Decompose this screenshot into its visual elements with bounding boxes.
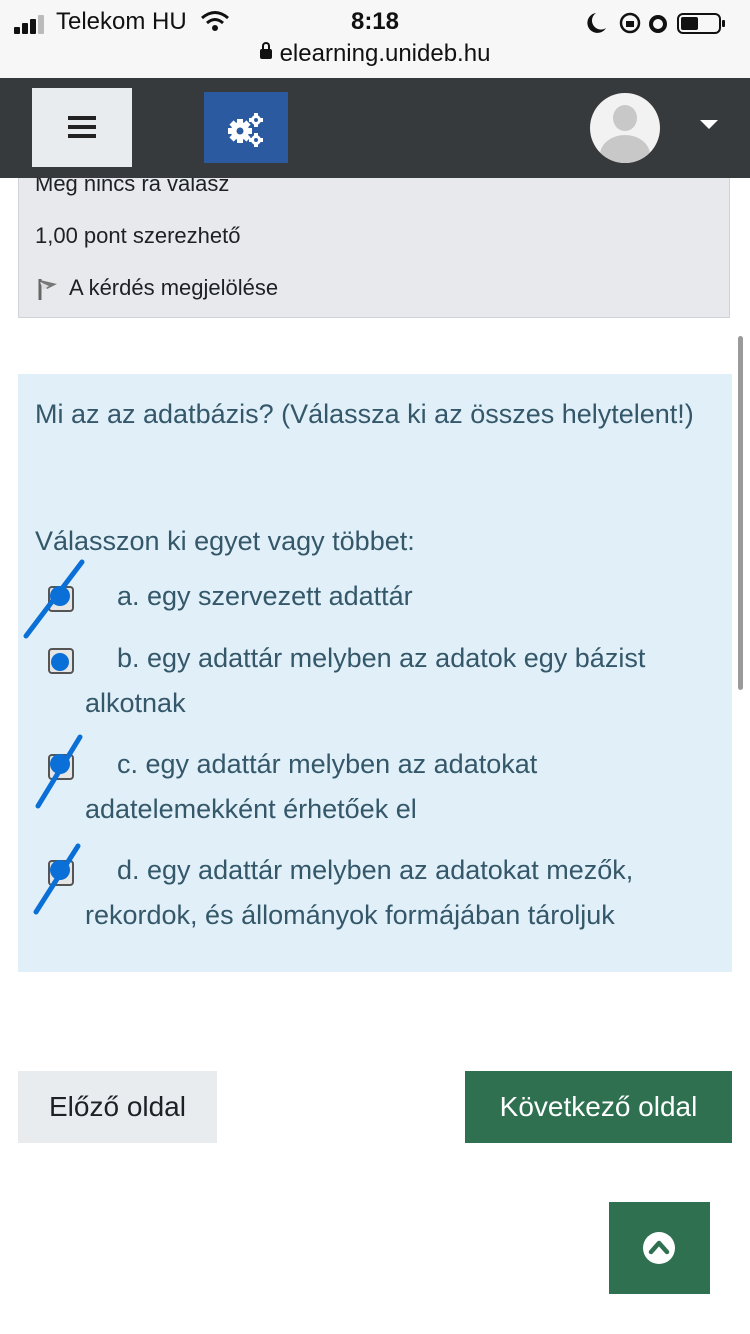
option-label-b: b. egy adattár melyben az adatok egy báz… [85,643,646,718]
next-page-button[interactable]: Következő oldal [465,1071,732,1143]
settings-button[interactable] [204,92,288,163]
flag-icon [38,279,57,301]
back-to-top-button[interactable] [609,1202,710,1294]
option-label-c: c. egy adattár melyben az adatokat adate… [85,749,538,824]
tap-mark-icon [51,653,69,671]
check-mark-icon [35,734,83,809]
chevron-up-icon [648,1240,670,1255]
option-label-d: d. egy adattár melyben az adatokat mezők… [85,855,634,930]
user-menu-caret-icon[interactable] [700,120,718,129]
lock-icon [259,42,272,59]
gears-icon [228,113,263,147]
url-text: elearning.unideb.hu [279,40,491,67]
hamburger-icon [68,116,96,120]
status-icons [587,12,725,34]
answer-prompt: Válasszon ki egyet vagy többet: [35,526,415,556]
previous-page-button[interactable]: Előző oldal [18,1071,217,1143]
menu-button[interactable] [32,88,132,167]
user-avatar-icon[interactable] [590,93,660,163]
question-text: Mi az az adatbázis? (Válassza ki az össz… [35,399,694,429]
question-points: 1,00 pont szerezhető [35,223,241,248]
flag-label: A kérdés megjelölése [69,275,279,300]
moon-icon [587,13,606,33]
question-panel: Mi az az adatbázis? (Válassza ki az össz… [18,374,732,972]
page-scrollbar[interactable] [738,336,743,690]
address-bar[interactable]: elearning.unideb.hu [0,40,750,68]
flag-question-link[interactable]: A kérdés megjelölése [35,275,278,302]
top-navbar [0,78,750,178]
ios-status-bar: Telekom HU 8:18 elearning.unideb.hu [0,0,750,78]
option-label-a: a. egy szervezett adattár [117,581,413,611]
check-mark-icon [33,843,81,915]
